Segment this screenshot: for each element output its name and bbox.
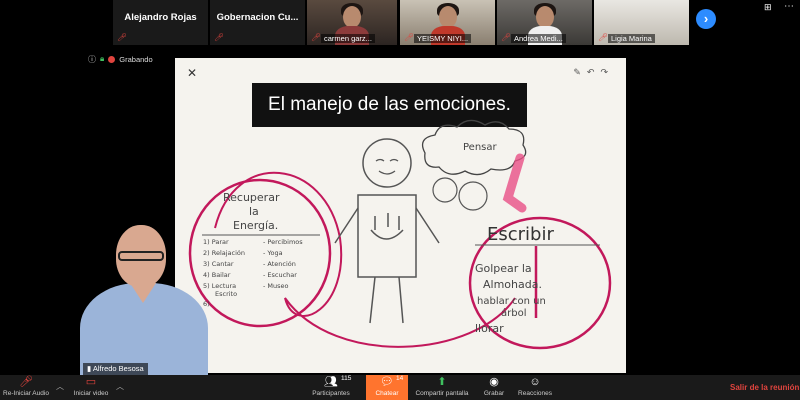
figure-smile [370, 213, 404, 240]
muted-mic-icon: 🎤︎ [598, 33, 609, 42]
participant-video: Grabar [483, 390, 505, 397]
audio-options-caret[interactable]: ︿ [56, 381, 64, 392]
participant-name: Gobernacion Cu... [216, 12, 299, 23]
participant-name: carmen garz... [321, 34, 375, 43]
participant-video [343, 6, 361, 28]
left-item: Escrito [215, 290, 237, 298]
muted-mic-icon: 🎤︎ [214, 33, 225, 42]
figure-head [362, 138, 412, 188]
participant-tile[interactable]: 🎤︎ carmen garz... [307, 0, 397, 45]
right-heading: Escribir [487, 224, 554, 245]
right-item: árbol [501, 307, 526, 319]
participant-tile[interactable]: 🎤︎ Ligia Marina [594, 0, 689, 45]
participant-strip: Alejandro Rojas 🎤︎ Gobernacion Cu... 🎤︎ … [0, 0, 800, 46]
speaker-name: ▮ Alfredo Besosa [83, 363, 148, 375]
participant-tile[interactable]: 🎤︎ Andrea Medi... [497, 0, 592, 45]
more-options-icon[interactable]: ⋯ [784, 1, 794, 12]
participant-tile[interactable]: Alejandro Rojas 🎤︎ [113, 0, 208, 45]
recording-dot-icon [108, 55, 116, 63]
left-item: - Percibimos [263, 238, 303, 246]
participant-video: Chatear [375, 390, 399, 397]
participant-video: Iniciar video [73, 390, 109, 397]
participant-video [438, 6, 457, 28]
muted-mic-icon: 🎤︎ [117, 33, 128, 42]
figure-body [357, 194, 417, 278]
record-icon: ◉ [489, 376, 499, 388]
chat-button[interactable]: 💬︎ 14 Chatear [366, 375, 408, 400]
participant-video: Alfredo Besosa [92, 364, 144, 373]
gallery-view-icon[interactable]: ⊞ [764, 2, 773, 13]
meeting-status-row: ⓘ 🔒︎ Grabando [88, 53, 153, 65]
lock-icon[interactable]: 🔒︎ [100, 54, 104, 64]
next-page-button[interactable]: › [696, 9, 716, 29]
participant-name: Ligia Marina [608, 34, 655, 43]
participant-video [535, 6, 554, 28]
participant-video [118, 251, 164, 261]
left-heading-line: Recuperar [223, 191, 280, 204]
recording-label: Grabando [119, 54, 153, 64]
participant-video: Reacciones [518, 390, 552, 397]
record-button[interactable]: ◉ Grabar [476, 375, 512, 400]
participant-name: Andrea Medi... [511, 34, 566, 43]
left-item: - Escuchar [263, 271, 297, 279]
whiteboard-drawing: Pensar Recuperar la Energía. 1) Parar 2)… [188, 119, 612, 350]
shared-whiteboard[interactable]: ✕ ✎↶↷ El manejo de las emociones. Pensar… [175, 58, 626, 373]
participant-video: Re-Iniciar Audio [3, 390, 49, 397]
cloud-text: Pensar [463, 142, 498, 153]
small-face [432, 177, 458, 203]
participants-count: 115 [341, 375, 352, 382]
participant-video: Compartir pantalla [415, 390, 469, 397]
left-item: - Atención [263, 260, 296, 268]
share-screen-icon: ⬆ [437, 376, 447, 388]
participants-button[interactable]: 👥︎ 115 Participantes [305, 375, 357, 400]
meeting-toolbar: 🎤︎ Re-Iniciar Audio ︿ ▭ Iniciar video ︿ … [0, 375, 800, 400]
left-item: - Yoga [263, 249, 283, 257]
left-heading-line: la [249, 205, 259, 218]
muted-mic-icon: 🎤︎ [404, 33, 415, 42]
right-item: hablar con un [477, 296, 546, 307]
chat-count: 14 [396, 375, 404, 382]
figure-limbs [334, 207, 440, 324]
speaker-video [80, 205, 208, 375]
pink-highlight [502, 153, 527, 213]
info-icon[interactable]: ⓘ [88, 54, 96, 65]
share-screen-button[interactable]: ⬆ Compartir pantalla [412, 375, 472, 400]
video-options-caret[interactable]: ︿ [116, 381, 124, 392]
muted-mic-icon: 🎤︎ [501, 33, 512, 42]
reactions-button[interactable]: ☺ Reacciones [514, 375, 556, 400]
right-item: llorar [475, 322, 504, 335]
audio-button[interactable]: 🎤︎ Re-Iniciar Audio [0, 375, 52, 400]
video-off-icon: ▭ [85, 376, 97, 388]
right-item: Almohada. [483, 278, 542, 291]
figure-face [375, 158, 399, 175]
participant-tile[interactable]: Gobernacion Cu... 🎤︎ [210, 0, 305, 45]
video-button[interactable]: ▭ Iniciar video [66, 375, 116, 400]
emoji-icon: ☺ [529, 376, 541, 388]
small-face [458, 181, 488, 211]
leave-meeting-button[interactable]: Salir de la reunión [730, 383, 799, 392]
left-item: - Museo [263, 282, 289, 290]
left-heading-line: Energía. [233, 219, 278, 232]
participant-name: YEISMY NIYI... [414, 34, 472, 43]
muted-mic-icon: 🎤︎ [19, 376, 33, 388]
muted-mic-icon: 🎤︎ [311, 33, 322, 42]
right-item: Golpear la [475, 262, 532, 275]
participant-tile[interactable]: 🎤︎ YEISMY NIYI... [400, 0, 495, 45]
left-item: 2) Relajación [203, 249, 245, 257]
participant-name: Alejandro Rojas [124, 12, 197, 23]
participant-video: Participantes [312, 390, 350, 397]
